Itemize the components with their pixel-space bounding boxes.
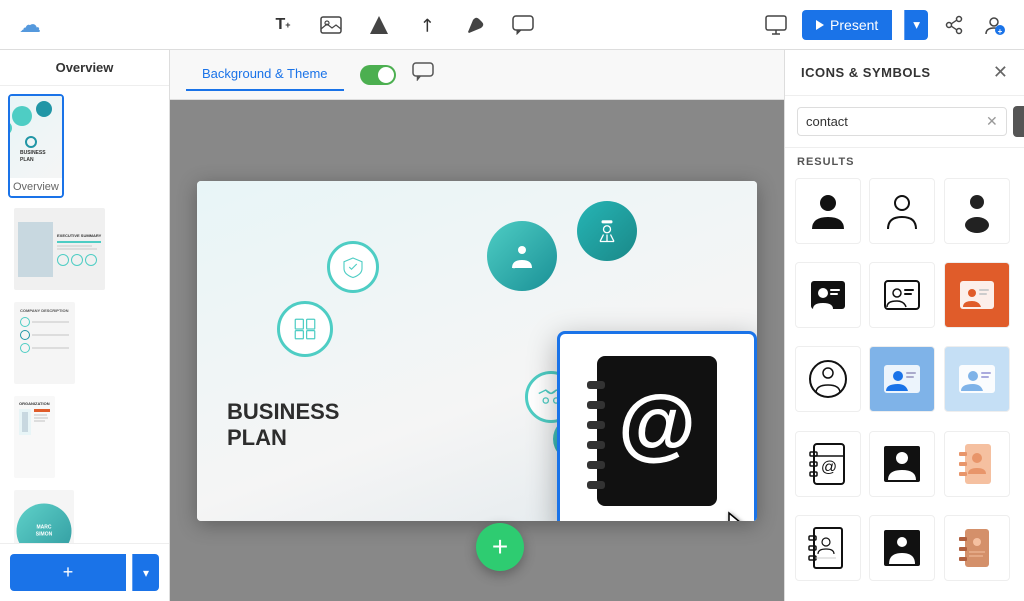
shape-tool[interactable]	[365, 11, 393, 39]
pen-tool[interactable]	[461, 11, 489, 39]
search-bar: ✕	[785, 96, 1024, 148]
slide-item-1[interactable]: EXECUTIVE SUMMARY	[12, 206, 107, 292]
editor-area: Background & Theme	[170, 50, 784, 601]
slide-item-2[interactable]: COMPANY DESCRIPTION	[12, 300, 77, 386]
slide-wrapper-3: 3 ORGANIZATION	[8, 394, 161, 488]
icon-contact-book-at[interactable]: @	[795, 431, 861, 497]
slide-title: BUSINESS PLAN	[227, 399, 339, 450]
slide-background: BUSINESS PLAN	[197, 181, 757, 521]
search-input[interactable]	[806, 114, 982, 129]
toolbar-center: T+ ↗	[60, 11, 746, 39]
slide-thumb-0: BUSINESSPLAN	[10, 96, 62, 178]
slides-panel-header: Overview	[0, 50, 169, 86]
circle-shield	[327, 241, 379, 293]
present-label: Present	[830, 17, 878, 33]
toggle-knob	[378, 67, 394, 83]
image-tool[interactable]	[317, 11, 345, 39]
cursor	[727, 511, 751, 521]
icons-panel-close-button[interactable]: ✕	[993, 62, 1008, 83]
icon-person-black-solid[interactable]	[869, 431, 935, 497]
slide-thumb-1: EXECUTIVE SUMMARY	[14, 208, 105, 290]
circle-top	[487, 221, 557, 291]
icon-contact-card-solid[interactable]	[795, 262, 861, 328]
icons-panel-title: ICONS & SYMBOLS	[801, 65, 931, 80]
slide-item-3[interactable]: ORGANIZATION	[12, 394, 57, 480]
editor-toolbar: Background & Theme	[170, 50, 784, 100]
app-logo[interactable]: ☁	[16, 11, 44, 39]
results-label: RESULTS	[785, 148, 1024, 172]
search-button[interactable]	[1013, 106, 1024, 137]
slide-thumb-2: COMPANY DESCRIPTION	[14, 302, 75, 384]
slide-wrapper-1: 1 EXECUTIVE SUMMARY	[8, 206, 161, 300]
slide-0-label: Overview	[10, 178, 62, 196]
comment-tool[interactable]	[509, 11, 537, 39]
slide-content: BUSINESS PLAN	[197, 181, 757, 521]
icon-person-card-light-blue[interactable]	[944, 346, 1010, 412]
icon-contact-card-outline[interactable]	[869, 262, 935, 328]
search-clear-button[interactable]: ✕	[986, 113, 998, 130]
icons-panel: ICONS & SYMBOLS ✕ ✕ RESULTS	[784, 50, 1024, 601]
background-theme-tab[interactable]: Background & Theme	[186, 58, 344, 91]
main-content: Overview BUSINESSPLAN	[0, 50, 1024, 601]
add-slide-bar: + ▾	[0, 543, 169, 601]
slide-wrapper-4: 4 MARCSIMON	[8, 488, 161, 543]
title-line-1: BUSINESS	[227, 399, 339, 424]
svg-text:@: @	[618, 379, 696, 468]
slides-panel: Overview BUSINESSPLAN	[0, 50, 170, 601]
icon-person-silhouette-2[interactable]	[869, 515, 935, 581]
theme-toggle[interactable]	[360, 65, 396, 85]
arrow-tool[interactable]: ↗	[407, 5, 447, 45]
present-button[interactable]: Present	[802, 10, 892, 40]
monitor-icon[interactable]	[762, 11, 790, 39]
circle-top-right	[577, 201, 637, 261]
add-icon-fab[interactable]: +	[476, 523, 524, 571]
icon-contact-book-2[interactable]	[944, 515, 1010, 581]
svg-text:+: +	[998, 27, 1003, 36]
search-input-wrapper: ✕	[797, 107, 1007, 136]
icon-person-outline[interactable]	[869, 178, 935, 244]
icon-person-card-blue[interactable]	[869, 346, 935, 412]
title-line-2: PLAN	[227, 425, 339, 451]
toolbar-left: ☁	[16, 11, 44, 39]
share-icon[interactable]	[940, 11, 968, 39]
icon-address-book[interactable]	[795, 515, 861, 581]
add-icon: +	[63, 562, 74, 583]
toolbar-right: Present ▾ +	[762, 10, 1008, 40]
svg-text:@: @	[821, 459, 837, 476]
slide-canvas: BUSINESS PLAN	[170, 100, 784, 601]
user-icon[interactable]: +	[980, 11, 1008, 39]
drag-icon-overlay: @	[557, 331, 757, 521]
slide-item-4[interactable]: MARCSIMON	[12, 488, 76, 543]
icon-contact-card-orange[interactable]	[944, 262, 1010, 328]
comment-icon[interactable]	[412, 62, 434, 87]
slide-wrapper-2: 2 COMPANY DESCRIPTION	[8, 300, 161, 394]
slide-wrapper-0: BUSINESSPLAN Overview	[8, 94, 161, 206]
icon-person-silhouette-dark[interactable]	[944, 178, 1010, 244]
slide-thumb-4: MARCSIMON	[14, 490, 74, 543]
icons-panel-header: ICONS & SYMBOLS ✕	[785, 50, 1024, 96]
overview-label: Overview	[56, 60, 114, 75]
slide-item-0[interactable]: BUSINESSPLAN Overview	[8, 94, 64, 198]
present-dropdown-button[interactable]: ▾	[904, 10, 928, 40]
icon-person-circle[interactable]	[795, 346, 861, 412]
contact-book-svg: @	[582, 351, 732, 511]
text-tool[interactable]: T+	[269, 11, 297, 39]
slide-thumb-3: ORGANIZATION	[14, 396, 55, 478]
main-toolbar: ☁ T+ ↗ Present ▾ +	[0, 0, 1024, 50]
icons-grid: @	[785, 172, 1024, 601]
play-icon	[816, 20, 824, 30]
circle-left	[277, 301, 333, 357]
add-slide-button[interactable]: +	[10, 554, 126, 591]
slides-list: BUSINESSPLAN Overview 1	[0, 86, 169, 543]
fab-plus-label: +	[492, 531, 508, 563]
icon-contact-book-colored[interactable]	[944, 431, 1010, 497]
add-slide-dropdown[interactable]: ▾	[132, 554, 159, 591]
icon-person-solid-1[interactable]	[795, 178, 861, 244]
